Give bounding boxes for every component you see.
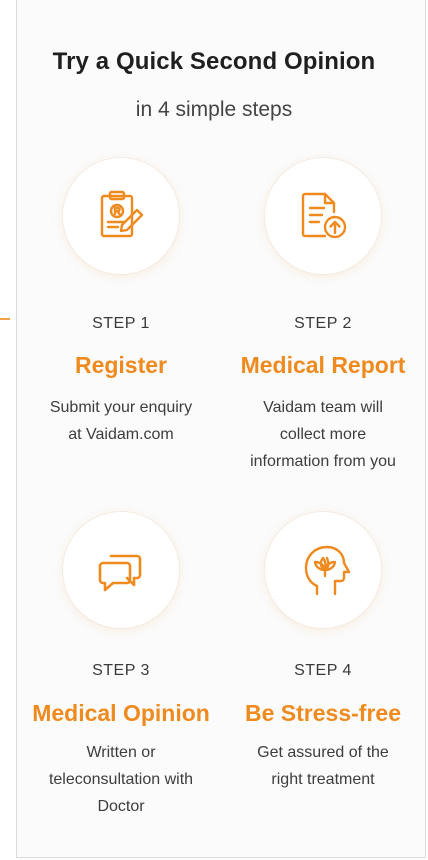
step-3-heading: Medical Opinion <box>32 700 210 726</box>
step-4-desc-line: Get assured of the <box>257 744 389 761</box>
step-2-desc-line: information from you <box>250 453 396 470</box>
step-2-desc-line: Vaidam team will <box>263 399 383 416</box>
step-4-desc-line: right treatment <box>271 771 375 788</box>
step-2-description: Vaidam team will collect more informatio… <box>212 394 428 475</box>
mind-lotus-icon <box>304 545 351 596</box>
step-3-label: STEP 3 <box>92 662 150 679</box>
step-4-icon-circle <box>265 512 381 628</box>
step-3-description: Written or teleconsultation with Doctor <box>10 739 232 820</box>
step-1-icon-circle <box>63 158 179 274</box>
chat-bubbles-icon <box>98 554 142 592</box>
step-3-desc-line: Doctor <box>97 798 145 815</box>
step-2-icon-circle <box>265 158 381 274</box>
step-1-heading: Register <box>74 352 168 378</box>
step-4-description: Get assured of the right treatment <box>212 739 428 793</box>
step-2-label: STEP 2 <box>294 315 352 332</box>
document-upload-icon <box>301 192 347 239</box>
section-title: Try a Quick Second Opinion <box>52 48 376 75</box>
section-subtitle: in 4 simple steps <box>135 98 293 121</box>
step-1-label: STEP 1 <box>92 315 150 332</box>
step-1-desc-line: Submit your enquiry <box>49 399 193 416</box>
step-4-label: STEP 4 <box>294 662 352 679</box>
step-2-heading: Medical Report <box>240 352 406 378</box>
step-3-desc-line: teleconsultation with <box>48 771 194 788</box>
step-3-desc-line: Written or <box>86 744 156 761</box>
step-3-icon-circle <box>63 512 179 628</box>
step-1-description: Submit your enquiry at Vaidam.com <box>10 394 232 448</box>
page: Try a Quick Second Opinion in 4 simple s… <box>0 0 428 860</box>
step-4-heading: Be Stress-free <box>245 700 401 726</box>
step-1-desc-line: at Vaidam.com <box>68 426 174 443</box>
step-2-desc-line: collect more <box>279 426 367 443</box>
registration-form-icon <box>100 190 144 238</box>
edge-marker <box>0 318 10 320</box>
